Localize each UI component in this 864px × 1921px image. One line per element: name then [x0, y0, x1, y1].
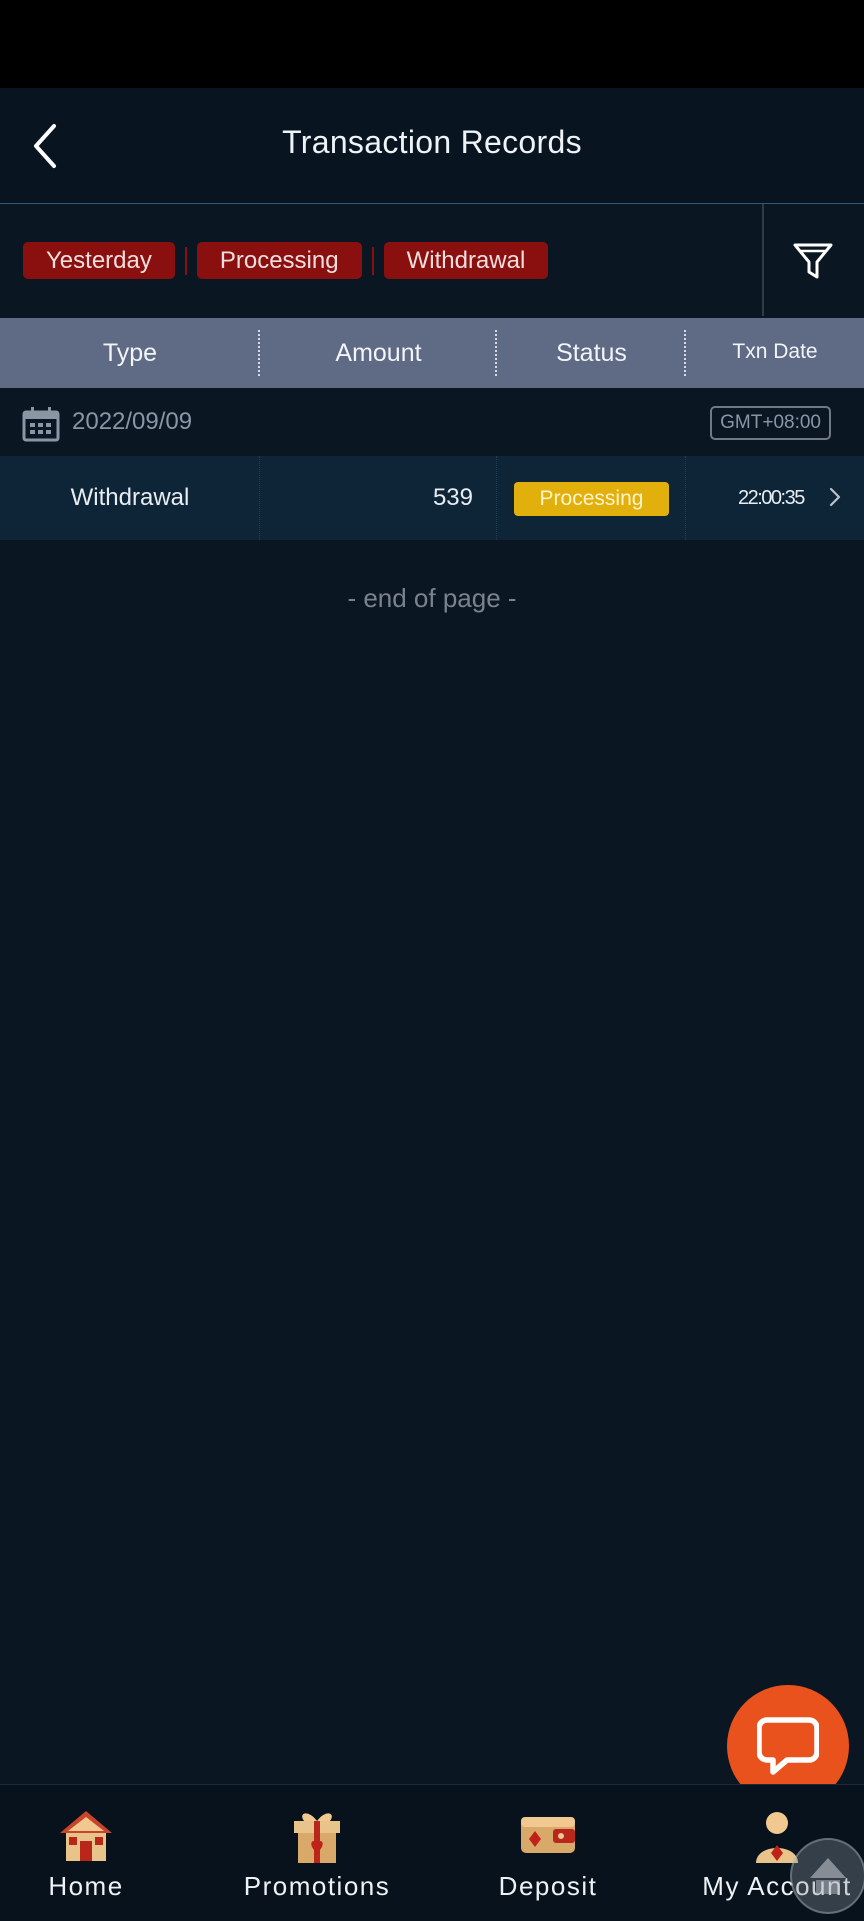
table-header: Type Amount Status Txn Date — [0, 318, 864, 388]
calendar-icon — [22, 407, 60, 442]
status-bar — [0, 0, 864, 88]
cell-time-text: 22:00:35 — [738, 487, 805, 509]
cell-amount: 539 — [260, 456, 497, 540]
arrow-up-icon — [810, 1858, 846, 1894]
table-row[interactable]: Withdrawal 539 Processing 22:00:35 — [0, 456, 864, 540]
tab-home[interactable]: Home — [0, 1785, 172, 1921]
status-badge: Processing — [513, 481, 670, 516]
tab-label-promotions: Promotions — [243, 1871, 391, 1901]
timezone-badge: GMT+08:00 — [710, 406, 831, 440]
bottom-tab-bar: Home Promotions Deposit My Account — [0, 1784, 864, 1921]
cell-status: Processing — [497, 456, 686, 540]
end-of-page-text: - end of page - — [347, 583, 517, 613]
column-header-type: Type — [0, 318, 260, 388]
column-header-status: Status — [497, 318, 686, 388]
cell-txn-time: 22:00:35 — [686, 456, 864, 540]
cell-type: Withdrawal — [0, 456, 260, 540]
chat-bubble-icon — [757, 1717, 819, 1775]
tab-deposit[interactable]: Deposit — [460, 1785, 636, 1921]
chip-divider — [184, 246, 187, 275]
tab-label-home: Home — [48, 1871, 124, 1901]
filter-chip-date[interactable]: Yesterday — [23, 242, 175, 279]
column-label: Amount — [335, 339, 422, 367]
filter-button[interactable] — [762, 204, 864, 316]
filter-chip-status[interactable]: Processing — [196, 242, 362, 279]
scroll-to-top-button[interactable] — [790, 1838, 864, 1914]
cell-amount-text: 539 — [432, 484, 473, 511]
chevron-right-icon — [829, 487, 841, 507]
tab-label-deposit: Deposit — [498, 1871, 598, 1901]
column-label: Status — [556, 339, 627, 367]
column-header-txn-date: Txn Date — [686, 318, 864, 388]
home-icon — [60, 1811, 112, 1861]
page-title: Transaction Records — [282, 124, 582, 160]
filter-chips: Yesterday Processing Withdrawal — [23, 242, 549, 279]
wallet-icon — [521, 1817, 575, 1853]
app-header: Transaction Records — [0, 88, 864, 204]
chip-divider — [371, 246, 374, 275]
filter-chip-type[interactable]: Withdrawal — [383, 242, 549, 279]
date-group-header: 2022/09/09 GMT+08:00 — [0, 388, 864, 456]
column-label: Type — [102, 339, 158, 367]
group-date: 2022/09/09 — [72, 408, 193, 435]
funnel-icon — [793, 243, 833, 279]
column-header-amount: Amount — [260, 318, 497, 388]
gift-icon — [294, 1813, 340, 1863]
column-label: Txn Date — [732, 340, 818, 363]
cell-type-text: Withdrawal — [70, 484, 190, 511]
tab-promotions[interactable]: Promotions — [224, 1785, 410, 1921]
filter-bar: Yesterday Processing Withdrawal — [0, 204, 864, 316]
